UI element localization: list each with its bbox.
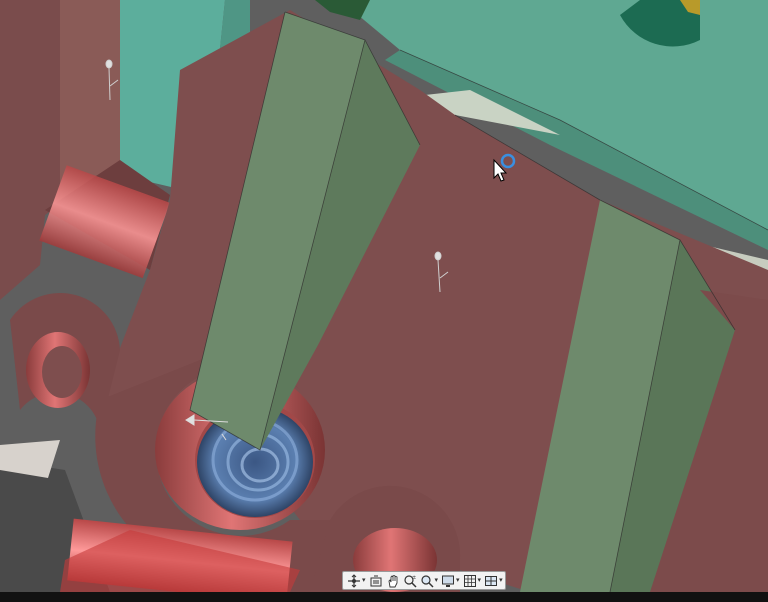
lower-left-ring-inner [42, 346, 82, 398]
pan-hand-icon [388, 574, 397, 587]
grid-tool[interactable]: ▾ [462, 572, 483, 589]
zoom-fit-icon [420, 574, 434, 588]
display-settings-tool[interactable]: ▾ [440, 572, 461, 589]
multiple-views-tool[interactable]: ▾ [483, 572, 504, 589]
multiple-views-icon [485, 575, 498, 586]
zoom-fit-tool[interactable]: ▾ [419, 572, 440, 589]
chevron-down-icon[interactable]: ▾ [499, 577, 503, 584]
display-settings-icon [442, 575, 455, 587]
chevron-down-icon[interactable]: ▾ [362, 577, 366, 584]
status-strip [0, 592, 768, 602]
chevron-down-icon[interactable]: ▾ [456, 577, 460, 584]
zoom-window-icon: ± [403, 575, 417, 588]
look-at-tool[interactable] [368, 572, 384, 589]
zoom-window-tool[interactable]: ± [402, 572, 418, 589]
chevron-down-icon[interactable]: ▾ [478, 577, 482, 584]
pan-tool[interactable] [385, 572, 401, 589]
model-canvas[interactable] [0, 0, 768, 592]
look-at-icon [370, 575, 382, 586]
chevron-down-icon[interactable]: ▾ [435, 577, 439, 584]
orbit-icon [348, 573, 360, 588]
orbit-tool[interactable]: ▾ [346, 572, 367, 589]
3d-viewport[interactable] [0, 0, 768, 592]
navigation-bar: ▾ ± ▾ ▾ ▾ ▾ [342, 571, 506, 590]
grid-icon [463, 574, 476, 587]
svg-text:±: ± [412, 575, 416, 581]
